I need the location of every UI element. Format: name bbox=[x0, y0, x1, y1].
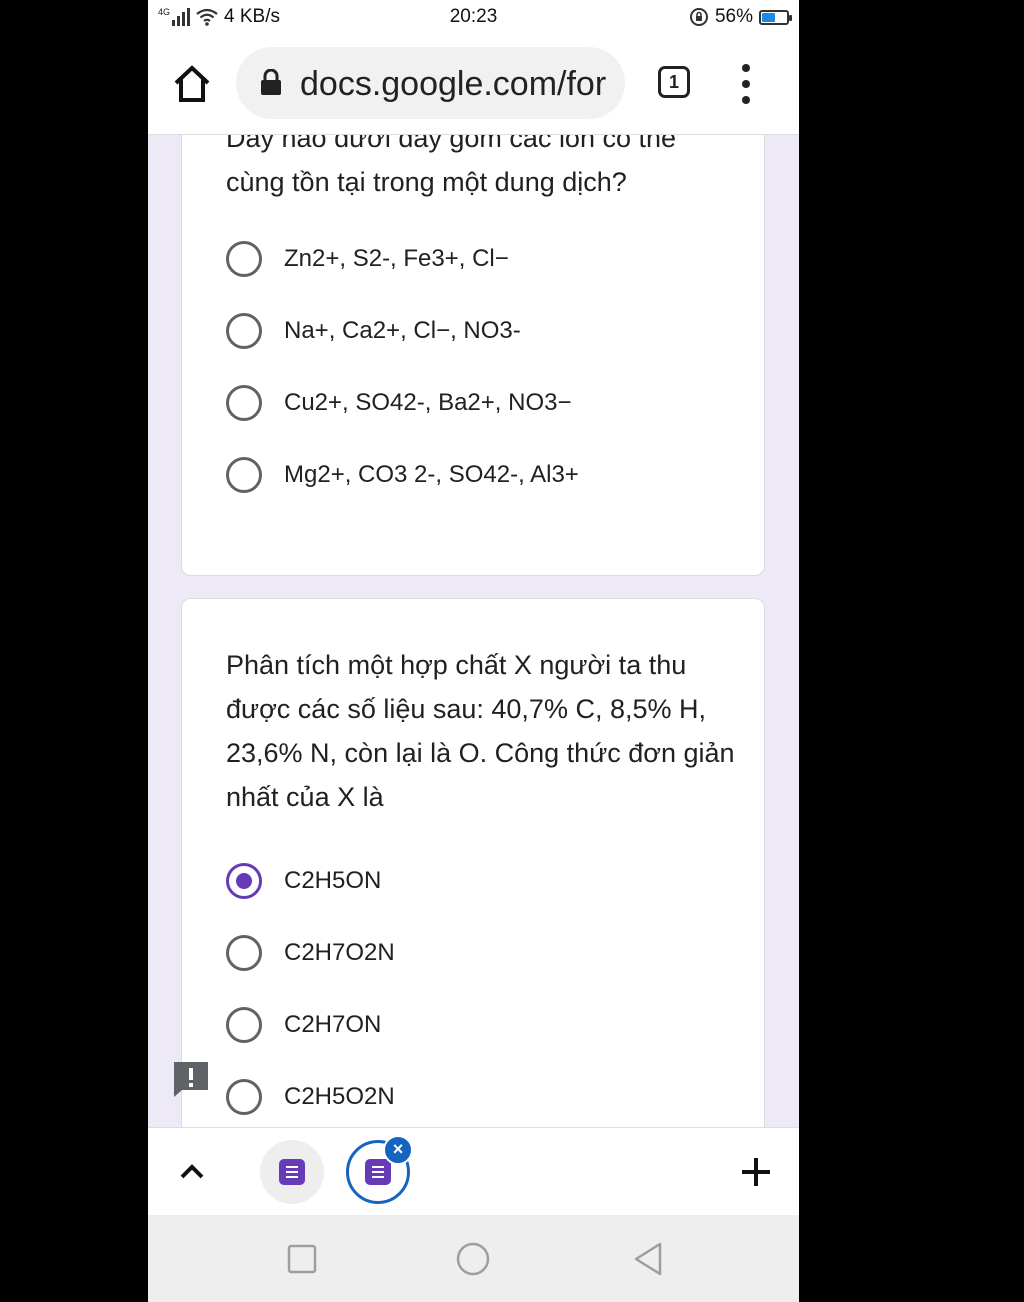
radio-button[interactable] bbox=[226, 385, 262, 421]
status-bar: 4G 4 KB/s 20:23 56% bbox=[148, 0, 799, 34]
tab-thumbnail-active[interactable]: × bbox=[346, 1135, 413, 1204]
rotation-lock-icon bbox=[689, 8, 708, 26]
form-content[interactable]: Dãy nào dưới đây gồm các ion có thể cùng… bbox=[148, 135, 799, 1127]
radio-button[interactable] bbox=[226, 935, 262, 971]
option-radio[interactable]: Zn2+, S2-, Fe3+, Cl− bbox=[226, 239, 509, 279]
plus-icon[interactable] bbox=[738, 1154, 774, 1190]
tab-thumbnail[interactable] bbox=[260, 1140, 324, 1204]
option-radio[interactable]: Na+, Ca2+, Cl−, NO3- bbox=[226, 311, 521, 351]
circle-icon[interactable] bbox=[455, 1241, 491, 1277]
option-radio[interactable]: C2H5ON bbox=[226, 861, 381, 901]
chevron-up-icon[interactable] bbox=[176, 1156, 208, 1188]
radio-button[interactable] bbox=[226, 1079, 262, 1115]
option-radio[interactable]: C2H7O2N bbox=[226, 933, 395, 973]
option-label: C2H5O2N bbox=[284, 1083, 395, 1110]
navigation-bar bbox=[148, 1215, 799, 1302]
url-text: docs.google.com/for bbox=[300, 65, 607, 103]
battery-icon bbox=[759, 9, 792, 25]
question-card-1: Dãy nào dưới đây gồm các ion có thể cùng… bbox=[181, 135, 765, 576]
radio-button[interactable] bbox=[226, 1007, 262, 1043]
tab-strip: × bbox=[148, 1127, 799, 1216]
forms-icon bbox=[365, 1159, 391, 1185]
report-icon[interactable] bbox=[172, 1060, 210, 1098]
question-title: Dãy nào dưới đây gồm các ion có thể cùng… bbox=[226, 135, 677, 197]
option-radio[interactable]: Cu2+, SO42-, Ba2+, NO3− bbox=[226, 383, 572, 423]
battery-level bbox=[762, 12, 775, 22]
option-label: C2H7ON bbox=[284, 1011, 382, 1038]
lock-icon bbox=[261, 69, 281, 95]
option-radio[interactable]: C2H7ON bbox=[226, 1005, 381, 1045]
address-bar[interactable]: docs.google.com/for bbox=[236, 47, 625, 119]
question-card-2: Phân tích một hợp chất X người ta thu đư… bbox=[181, 598, 765, 1127]
radio-button[interactable] bbox=[226, 863, 262, 899]
option-label: Mg2+, CO3 2-, SO42-, Al3+ bbox=[284, 461, 579, 488]
home-icon[interactable] bbox=[170, 62, 214, 106]
close-icon[interactable]: × bbox=[383, 1135, 413, 1165]
option-label: C2H5ON bbox=[284, 867, 382, 894]
battery-percent: 56% bbox=[714, 6, 753, 27]
radio-button[interactable] bbox=[226, 457, 262, 493]
option-radio[interactable]: Mg2+, CO3 2-, SO42-, Al3+ bbox=[226, 455, 579, 495]
option-label: Zn2+, S2-, Fe3+, Cl− bbox=[284, 245, 509, 272]
more-vert-icon[interactable] bbox=[734, 64, 758, 104]
phone-screen: 4G 4 KB/s 20:23 56% docs.google.com/for … bbox=[148, 0, 799, 1302]
option-label: C2H7O2N bbox=[284, 939, 395, 966]
option-label: Na+, Ca2+, Cl−, NO3- bbox=[284, 317, 521, 344]
option-label: Cu2+, SO42-, Ba2+, NO3− bbox=[284, 389, 572, 416]
forms-icon bbox=[279, 1159, 305, 1185]
tab-switcher-button[interactable]: 1 bbox=[658, 66, 690, 98]
square-icon[interactable] bbox=[284, 1241, 320, 1277]
triangle-back-icon[interactable] bbox=[630, 1241, 666, 1277]
radio-button[interactable] bbox=[226, 313, 262, 349]
radio-button[interactable] bbox=[226, 241, 262, 277]
browser-toolbar: docs.google.com/for 1 bbox=[148, 34, 799, 135]
option-radio[interactable]: C2H5O2N bbox=[226, 1077, 395, 1117]
question-title: Phân tích một hợp chất X người ta thu đư… bbox=[226, 650, 735, 812]
